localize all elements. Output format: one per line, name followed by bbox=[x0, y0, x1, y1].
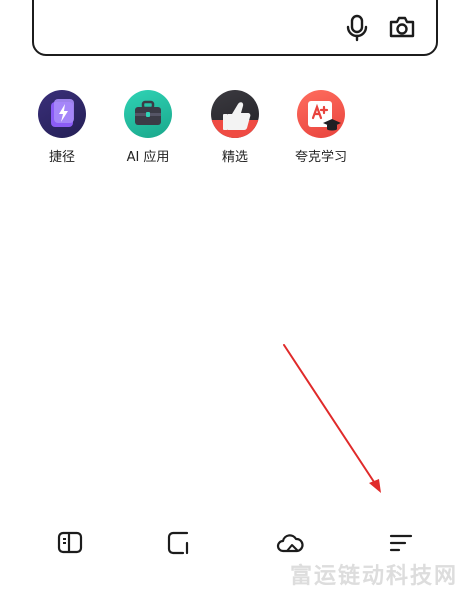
briefcase-icon bbox=[124, 90, 172, 138]
shortcut-label: 夸克学习 bbox=[294, 150, 347, 165]
watermark: 富运链动科技网 bbox=[289, 564, 458, 589]
microphone-icon[interactable] bbox=[344, 14, 370, 42]
annotation-arrow bbox=[283, 344, 381, 493]
cloud-icon bbox=[276, 534, 304, 553]
nav-menu-button[interactable] bbox=[386, 528, 416, 558]
shortcut-label: 捷径 bbox=[48, 150, 75, 165]
shortcut-row: 捷径 AI 应用 精选 夸克学习 bbox=[0, 90, 468, 170]
nav-bookshelf-button[interactable] bbox=[55, 528, 85, 558]
tabs-window-icon bbox=[167, 531, 189, 555]
lightning-card-icon bbox=[38, 90, 86, 138]
graduation-cap-icon bbox=[297, 90, 345, 138]
nav-cloud-button[interactable] bbox=[275, 528, 305, 558]
shortcut-shortcuts[interactable]: 捷径 bbox=[22, 90, 102, 165]
menu-lines-icon bbox=[389, 534, 413, 552]
shortcut-label: AI 应用 bbox=[126, 150, 170, 165]
thumbs-up-icon bbox=[211, 90, 259, 138]
shortcut-quark-study[interactable]: 夸克学习 bbox=[281, 90, 361, 165]
book-icon bbox=[57, 531, 83, 554]
search-box[interactable] bbox=[32, 0, 438, 56]
camera-icon[interactable] bbox=[388, 14, 416, 40]
shortcut-ai-apps[interactable]: AI 应用 bbox=[108, 90, 188, 165]
shortcut-featured[interactable]: 精选 bbox=[195, 90, 275, 165]
nav-tabs-button[interactable] bbox=[165, 528, 195, 558]
shortcut-label: 精选 bbox=[221, 150, 248, 165]
